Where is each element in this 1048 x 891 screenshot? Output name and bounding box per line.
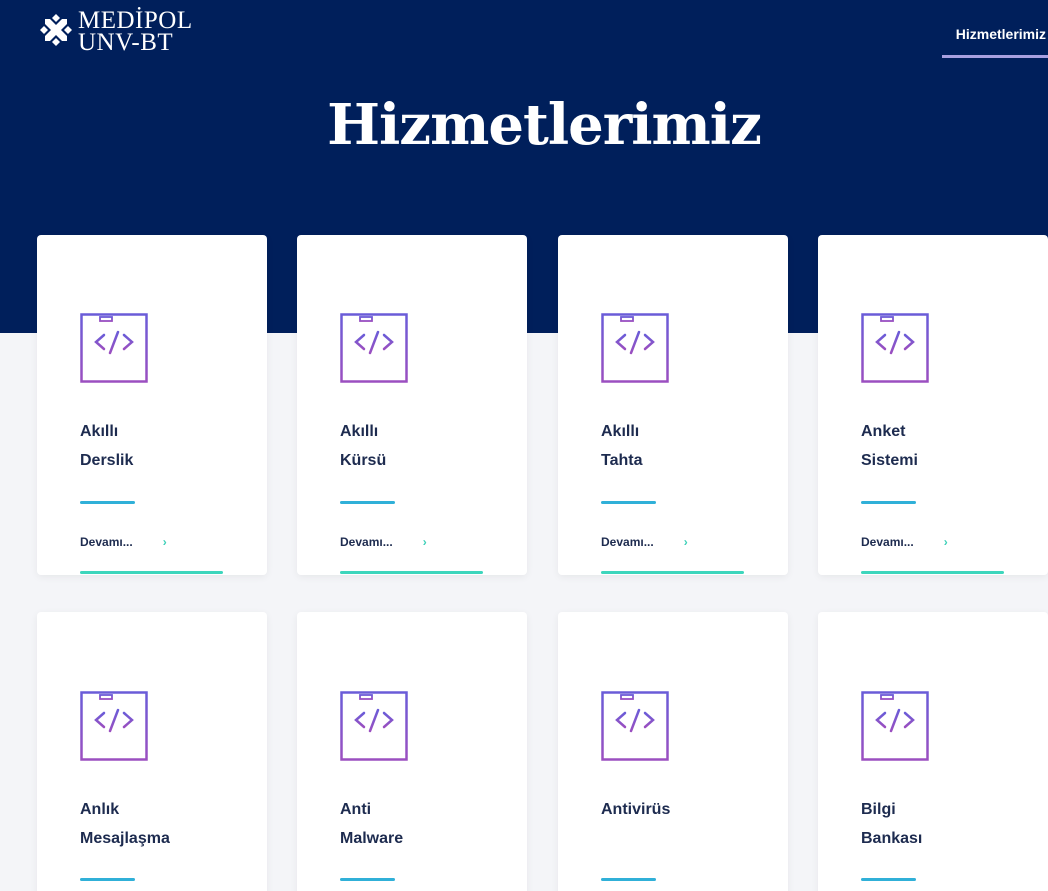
card-divider — [80, 501, 135, 504]
read-more-label: Devamı... — [861, 535, 914, 549]
service-card-title[interactable]: Anlık Mesajlaşma — [80, 795, 250, 853]
card-divider — [601, 878, 656, 881]
read-more-link[interactable]: Devamı... › — [340, 535, 427, 549]
card-accent-bar — [861, 571, 1004, 574]
chevron-right-icon: › — [943, 535, 948, 549]
service-card[interactable]: Antivirüs — [558, 612, 788, 891]
read-more-link[interactable]: Devamı... › — [861, 535, 948, 549]
read-more-link[interactable]: Devamı... › — [601, 535, 688, 549]
chevron-right-icon: › — [683, 535, 688, 549]
card-divider — [340, 878, 395, 881]
card-divider — [340, 501, 395, 504]
card-divider — [80, 878, 135, 881]
page-title: Hizmetlerimiz — [327, 92, 762, 158]
card-accent-bar — [601, 571, 744, 574]
service-card[interactable]: Akıllı Tahta Devamı... › — [558, 235, 788, 575]
nav-active-underline — [942, 55, 1048, 58]
service-card-title[interactable]: Bilgi Bankası — [861, 795, 1031, 853]
service-card[interactable]: Anti Malware — [297, 612, 527, 891]
service-card-title[interactable]: Anket Sistemi — [861, 417, 1031, 475]
code-window-icon — [601, 691, 669, 761]
code-window-icon — [340, 691, 408, 761]
chevron-right-icon: › — [162, 535, 167, 549]
service-card-title[interactable]: Akıllı Kürsü — [340, 417, 510, 475]
service-card[interactable]: Anket Sistemi Devamı... › — [818, 235, 1048, 575]
card-divider — [861, 878, 916, 881]
code-window-icon — [861, 313, 929, 383]
code-window-icon — [80, 313, 148, 383]
service-card-title[interactable]: Antivirüs — [601, 795, 771, 824]
chevron-right-icon: › — [422, 535, 427, 549]
read-more-link[interactable]: Devamı... › — [80, 535, 167, 549]
medipol-logo-icon — [40, 14, 72, 46]
logo-text: MEDİPOL UNV-BT — [78, 8, 193, 56]
site-logo[interactable]: MEDİPOL UNV-BT — [38, 8, 193, 56]
code-window-icon — [340, 313, 408, 383]
card-divider — [861, 501, 916, 504]
service-card-title[interactable]: Anti Malware — [340, 795, 510, 853]
card-divider — [601, 501, 656, 504]
service-card[interactable]: Akıllı Derslik Devamı... › — [37, 235, 267, 575]
service-card-title[interactable]: Akıllı Derslik — [80, 417, 250, 475]
service-card[interactable]: Bilgi Bankası — [818, 612, 1048, 891]
card-accent-bar — [340, 571, 483, 574]
nav-item-hizmetlerimiz[interactable]: Hizmetlerimiz — [956, 26, 1046, 42]
read-more-label: Devamı... — [80, 535, 133, 549]
logo-line-2: UNV-BT — [78, 29, 174, 56]
read-more-label: Devamı... — [340, 535, 393, 549]
service-card[interactable]: Akıllı Kürsü Devamı... › — [297, 235, 527, 575]
card-accent-bar — [80, 571, 223, 574]
code-window-icon — [861, 691, 929, 761]
read-more-label: Devamı... — [601, 535, 654, 549]
service-card-title[interactable]: Akıllı Tahta — [601, 417, 771, 475]
code-window-icon — [601, 313, 669, 383]
service-card[interactable]: Anlık Mesajlaşma — [37, 612, 267, 891]
code-window-icon — [80, 691, 148, 761]
